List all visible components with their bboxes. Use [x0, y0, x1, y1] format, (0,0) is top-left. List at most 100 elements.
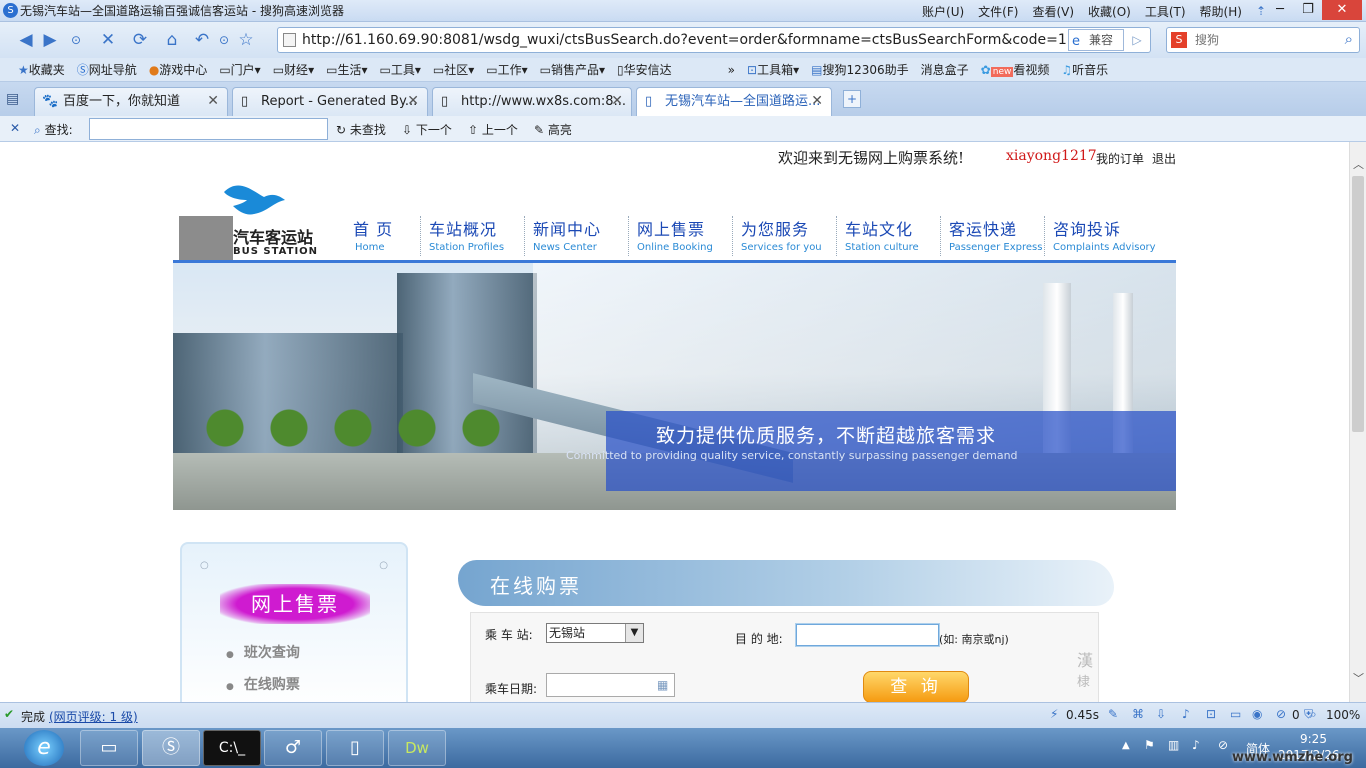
undo-dropdown-icon[interactable]: ⊙ [212, 28, 236, 52]
sogou-browser-taskbar-icon[interactable]: Ⓢ [142, 730, 200, 766]
find-prev-button[interactable]: ⇧ 上一个 [468, 121, 518, 138]
bookmark-favorites[interactable]: ★收藏夹 [18, 61, 65, 78]
start-button[interactable]: e [24, 730, 64, 766]
block-icon[interactable]: ⊘ [1276, 707, 1286, 721]
tab-wx8s[interactable]: ▯ http://www.wx8s.com:8... ✕ [432, 87, 632, 116]
edit-icon[interactable]: ✎ [1108, 707, 1118, 721]
close-tab-icon[interactable]: ✕ [611, 88, 623, 115]
sidebar-link-buy[interactable]: ● 在线购票 [226, 674, 300, 694]
nav-services[interactable]: 为您服务 Services for you [732, 216, 822, 256]
nav-passenger-express[interactable]: 客运快递 Passenger Express [940, 216, 1042, 256]
app-taskbar-icon[interactable]: ♂ [264, 730, 322, 766]
file-taskbar-icon[interactable]: ▯ [326, 730, 384, 766]
bookmark-life[interactable]: ▭生活▾ [326, 61, 367, 78]
screenshot-icon[interactable]: ⊡ [1206, 707, 1216, 721]
compat-mode-button[interactable]: e 兼容 [1068, 29, 1124, 51]
mouse-gesture-icon[interactable]: ⌘ [1132, 707, 1144, 721]
bookmark-games[interactable]: ●游戏中心 [149, 61, 208, 78]
close-find-icon[interactable]: ✕ [10, 121, 20, 135]
tray-up-arrow-icon[interactable]: ▲ [1122, 740, 1130, 751]
scroll-down-icon[interactable]: ﹀ [1353, 670, 1364, 686]
sidebar-link-schedule[interactable]: ● 班次查询 [226, 642, 300, 662]
nav-home[interactable]: 首 页 Home [345, 216, 393, 256]
sound-icon[interactable]: ♪ [1182, 707, 1190, 721]
history-dropdown-icon[interactable]: ⊙ [64, 28, 88, 52]
back-icon[interactable]: ◀ [14, 28, 38, 52]
search-icon[interactable]: ⌕ [1345, 30, 1353, 48]
tab-baidu[interactable]: 🐾 百度一下，你就知道 ✕ [34, 87, 228, 116]
date-input[interactable] [546, 673, 675, 697]
toolbox[interactable]: ⊡工具箱▾ [747, 61, 799, 78]
nav-station-profiles[interactable]: 车站概况 Station Profiles [420, 216, 504, 256]
page-scrollbar[interactable]: ︿ ﹀ [1349, 142, 1366, 702]
network-icon[interactable]: ▥ [1168, 738, 1179, 752]
volume-mute-icon[interactable]: ⊘ [1218, 738, 1228, 752]
nav-station-culture[interactable]: 车站文化 Station culture [836, 216, 919, 256]
find-next-button[interactable]: ⇩ 下一个 [402, 121, 452, 138]
logo[interactable]: 汽车客运站 BUS STATION [179, 172, 329, 262]
close-tab-icon[interactable]: ✕ [811, 88, 823, 115]
nav-complaints[interactable]: 咨询投诉 Complaints Advisory [1044, 216, 1156, 256]
logout-link[interactable]: 退出 [1152, 150, 1176, 167]
eye-icon[interactable]: ◉ [1252, 707, 1262, 721]
address-url[interactable]: http://61.160.69.90:8081/wsdg_wuxi/ctsBu… [302, 32, 1093, 48]
refresh-icon[interactable]: ⟳ [128, 28, 152, 52]
close-button[interactable]: ✕ [1322, 0, 1362, 20]
bookmark-portal[interactable]: ▭门户▾ [219, 61, 260, 78]
username-link[interactable]: xiayong1217 [1006, 148, 1097, 164]
menu-tools[interactable]: 工具(T) [1145, 3, 1186, 20]
my-orders-link[interactable]: 我的订单 [1096, 150, 1144, 167]
bookmark-video[interactable]: ✿ new 看视频 [981, 61, 1049, 78]
bookmark-nav[interactable]: Ⓢ网址导航 [77, 61, 137, 78]
tab-list-icon[interactable]: ▤ [6, 91, 19, 107]
bookmark-music[interactable]: ♫听音乐 [1061, 61, 1108, 78]
bookmark-work[interactable]: ▭工作▾ [486, 61, 527, 78]
highlight-button[interactable]: ✎ 高亮 [534, 121, 572, 138]
bookmark-tools[interactable]: ▭工具▾ [379, 61, 420, 78]
download-icon[interactable]: ⇩ [1156, 707, 1166, 721]
calendar-icon[interactable]: ▦ [657, 678, 668, 692]
minimize-button[interactable]: ─ [1266, 0, 1294, 20]
undo-close-icon[interactable]: ↶ [190, 28, 214, 52]
search-box[interactable]: S ⌕ [1166, 27, 1360, 53]
menu-help[interactable]: 帮助(H) [1200, 3, 1242, 20]
tab-wuxi-bus[interactable]: ▯ 无锡汽车站—全国道路运... ✕ [636, 87, 832, 116]
flag-icon[interactable]: ⚑ [1144, 738, 1155, 752]
find-input[interactable] [89, 118, 328, 140]
maximize-button[interactable]: ❐ [1294, 0, 1322, 20]
zoom-icon[interactable]: ⌕ [1310, 707, 1317, 722]
address-bar[interactable]: http://61.160.69.90:8081/wsdg_wuxi/ctsBu… [277, 27, 1151, 53]
forward-icon[interactable]: ▶ [38, 28, 62, 52]
scroll-thumb[interactable] [1352, 176, 1364, 432]
search-input[interactable] [1195, 31, 1335, 49]
new-tab-icon[interactable]: + [843, 90, 861, 108]
station-select[interactable]: 无锡站 ▼ [546, 623, 644, 643]
tab-report[interactable]: ▯ Report - Generated By... ✕ [232, 87, 428, 116]
scroll-up-icon[interactable]: ︿ [1353, 156, 1364, 172]
destination-input[interactable] [795, 623, 940, 647]
home-icon[interactable]: ⌂ [160, 28, 184, 52]
dropdown-arrow-icon[interactable]: ▼ [625, 624, 643, 642]
favorite-star-icon[interactable]: ☆ [234, 28, 258, 52]
nav-news-center[interactable]: 新闻中心 News Center [524, 216, 601, 256]
more-bookmarks-icon[interactable]: » [728, 63, 735, 77]
bookmark-finance[interactable]: ▭财经▾ [273, 61, 314, 78]
bookmark-12306[interactable]: ▤搜狗12306助手 [811, 61, 909, 78]
stop-icon[interactable]: ✕ [96, 28, 120, 52]
menu-file[interactable]: 文件(F) [978, 3, 1018, 20]
skin-icon[interactable]: ⇡ [1256, 4, 1266, 18]
menu-favorites[interactable]: 收藏(O) [1088, 3, 1131, 20]
page-rating-link[interactable]: (网页评级: 1 级) [49, 708, 138, 725]
go-button[interactable]: ▷ [1126, 29, 1148, 51]
cmd-taskbar-icon[interactable]: C:\_ [203, 730, 261, 766]
dreamweaver-taskbar-icon[interactable]: Dw [388, 730, 446, 766]
window-icon[interactable]: ▭ [1230, 707, 1241, 721]
bookmark-huaan[interactable]: ▯华安信达 [617, 61, 672, 78]
explorer-taskbar-icon[interactable]: ▭ [80, 730, 138, 766]
volume-icon[interactable]: ♪ [1192, 738, 1200, 752]
close-tab-icon[interactable]: ✕ [207, 88, 219, 115]
bookmark-community[interactable]: ▭社区▾ [433, 61, 474, 78]
zoom-level[interactable]: 100% [1326, 708, 1360, 722]
bookmark-sales[interactable]: ▭销售产品▾ [540, 61, 605, 78]
nav-online-booking[interactable]: 网上售票 Online Booking [628, 216, 713, 256]
